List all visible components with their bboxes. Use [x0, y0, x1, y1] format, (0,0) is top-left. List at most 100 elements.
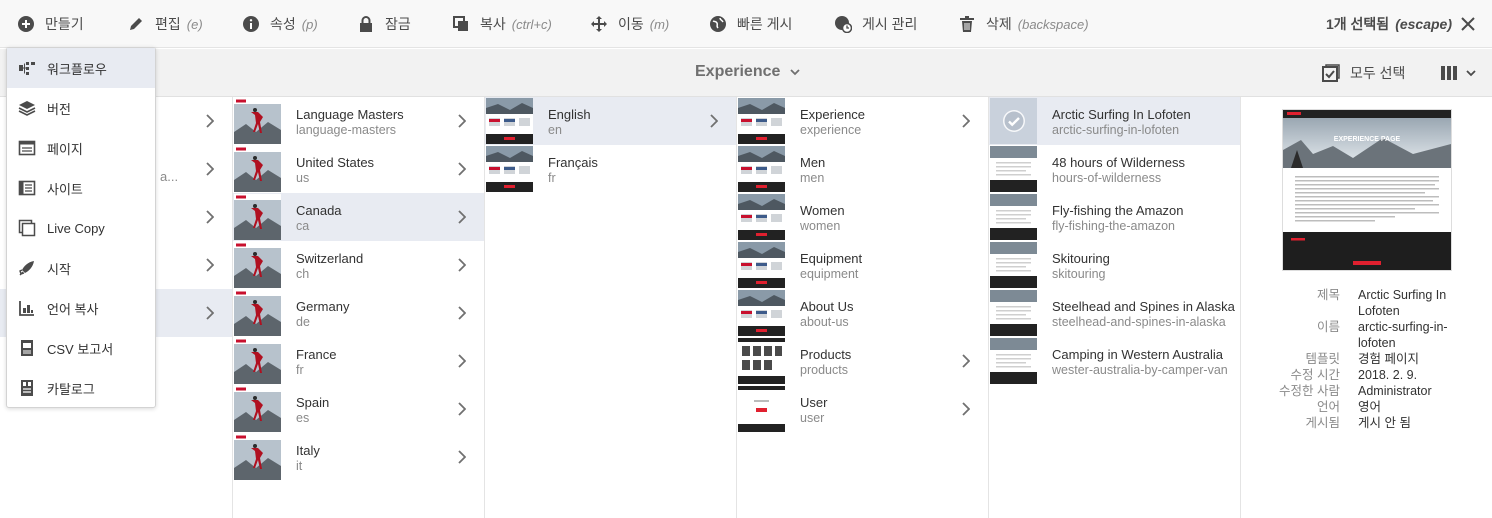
item-title: United States: [296, 155, 375, 170]
create-menu-item[interactable]: CSV 보고서: [7, 328, 155, 368]
item-title: Language Masters: [296, 107, 404, 122]
item-title: Spain: [296, 395, 330, 410]
list-item[interactable]: 48 hours of Wilderness hours-of-wildernes…: [989, 145, 1240, 193]
item-name: experience: [800, 123, 862, 137]
properties-button[interactable]: 속성 (p): [242, 0, 318, 48]
select-all-icon: [1322, 64, 1340, 82]
view-title-dropdown[interactable]: Experience: [695, 63, 801, 81]
list-item[interactable]: Fly-fishing the Amazon fly-fishing-the-am…: [989, 193, 1240, 241]
view-switcher[interactable]: [1440, 65, 1478, 81]
page-thumbnail: [738, 386, 785, 432]
item-name: equipment: [800, 267, 859, 281]
list-item[interactable]: Canada ca: [233, 193, 484, 241]
list-item[interactable]: Equipment equipment: [737, 241, 988, 289]
edit-button[interactable]: 편집 (e): [127, 0, 203, 48]
list-item[interactable]: Skitouring skitouring: [989, 241, 1240, 289]
create-menu-item[interactable]: 페이지: [7, 128, 155, 168]
item-title: Steelhead and Spines in Alaska: [1052, 299, 1235, 314]
property-value: 영어: [1358, 400, 1382, 414]
list-item[interactable]: About Us about-us: [737, 289, 988, 337]
property-value: Administrator: [1358, 384, 1432, 398]
chevron-right-icon: [458, 258, 466, 272]
catalog-icon: [21, 380, 33, 396]
page-thumbnail: EXPERIENCE PAGE: [1283, 110, 1451, 270]
delete-button[interactable]: 삭제 (backspace): [958, 0, 1089, 48]
page-thumbnail: [990, 290, 1037, 336]
property-value: Arctic Surfing In Lofoten: [1358, 288, 1447, 318]
list-item[interactable]: Italy it: [233, 433, 484, 481]
live-copy-icon: [18, 219, 36, 237]
chevron-right-icon: [962, 114, 970, 128]
create-menu-item[interactable]: 시작: [7, 248, 155, 288]
page-thumbnail: [234, 338, 281, 384]
list-item[interactable]: Steelhead and Spines in Alaska steelhead-…: [989, 289, 1240, 337]
property-key: 템플릿: [1305, 352, 1340, 366]
create-button[interactable]: 만들기: [17, 0, 84, 48]
create-menu-item[interactable]: 언어 복사: [7, 288, 155, 328]
item-title: Arctic Surfing In Lofoten: [1052, 107, 1191, 122]
create-menu-item[interactable]: 워크플로우: [7, 48, 155, 88]
create-menu: 워크플로우 버전 페이지 사이트 Live Copy 시작언어 복사 CSV 보고서 카탈로그: [6, 47, 156, 408]
list-item[interactable]: Français fr: [485, 145, 736, 193]
language-copy-icon: [19, 301, 34, 316]
page-thumbnail: [234, 146, 281, 192]
close-icon[interactable]: [1458, 14, 1478, 34]
page-thumbnail: [738, 290, 785, 336]
create-menu-item-label: 시작: [47, 261, 71, 277]
list-item[interactable]: Switzerland ch: [233, 241, 484, 289]
copy-icon: [453, 16, 468, 31]
create-menu-item[interactable]: Live Copy: [7, 208, 155, 248]
create-menu-item[interactable]: 카탈로그: [7, 368, 155, 408]
property-key: 언어: [1316, 400, 1340, 414]
list-item[interactable]: Camping in Western Australia wester-austr…: [989, 337, 1240, 385]
item-title: Italy: [296, 443, 320, 458]
page-thumbnail: [738, 338, 785, 384]
chevron-right-icon: [962, 402, 970, 416]
lock-button[interactable]: 잠금: [357, 0, 411, 48]
list-item[interactable]: Experience experience: [737, 97, 988, 145]
column-sites: Language Masters language-masters United S…: [233, 97, 485, 518]
copy-button[interactable]: 복사 (ctrl+c): [452, 0, 552, 48]
list-item[interactable]: Spain es: [233, 385, 484, 433]
move-button[interactable]: 이동 (m): [590, 0, 669, 48]
item-name: skitouring: [1052, 267, 1106, 281]
chevron-right-icon: [710, 114, 718, 128]
property-row: 제목 Arctic Surfing In Lofoten: [1250, 287, 1480, 319]
copy-shortcut: (ctrl+c): [511, 16, 552, 32]
create-menu-item[interactable]: 버전: [7, 88, 155, 128]
select-all-label: 모두 선택: [1350, 65, 1406, 81]
globe-icon: [710, 16, 726, 32]
item-title: Camping in Western Australia: [1052, 347, 1224, 362]
create-menu-item[interactable]: 사이트: [7, 168, 155, 208]
property-row: 게시됨 게시 안 됨: [1250, 415, 1480, 431]
property-key: 게시됨: [1305, 416, 1340, 430]
manage-publication-button[interactable]: 게시 관리: [834, 0, 917, 48]
preview-banner: EXPERIENCE PAGE: [1334, 136, 1401, 143]
trash-icon: [960, 16, 974, 32]
list-item[interactable]: English en: [485, 97, 736, 145]
page-thumbnail: [234, 98, 281, 144]
page-preview: EXPERIENCE PAGE: [1283, 110, 1451, 270]
page-icon: [18, 140, 36, 156]
list-item[interactable]: Men men: [737, 145, 988, 193]
chevron-right-icon: [458, 114, 466, 128]
select-all-button[interactable]: 모두 선택: [1322, 63, 1405, 83]
move-icon: [591, 16, 607, 32]
list-item[interactable]: Language Masters language-masters: [233, 97, 484, 145]
quick-publish-button[interactable]: 빠른 게시: [709, 0, 792, 48]
layers-icon: [18, 101, 36, 116]
item-title: Products: [800, 347, 852, 362]
list-item[interactable]: Germany de: [233, 289, 484, 337]
list-item[interactable]: Arctic Surfing In Lofoten arctic-surfing-…: [989, 97, 1240, 145]
chevron-right-icon: [206, 162, 214, 176]
list-item[interactable]: User user: [737, 385, 988, 433]
list-item[interactable]: Products products: [737, 337, 988, 385]
move-shortcut: (m): [649, 16, 670, 32]
item-name: language-masters: [296, 123, 397, 137]
list-item[interactable]: Women women: [737, 193, 988, 241]
page-thumbnail: [486, 146, 533, 192]
chevron-right-icon: [458, 450, 466, 464]
list-item[interactable]: United States us: [233, 145, 484, 193]
list-item[interactable]: France fr: [233, 337, 484, 385]
page-thumbnail: [738, 194, 785, 240]
